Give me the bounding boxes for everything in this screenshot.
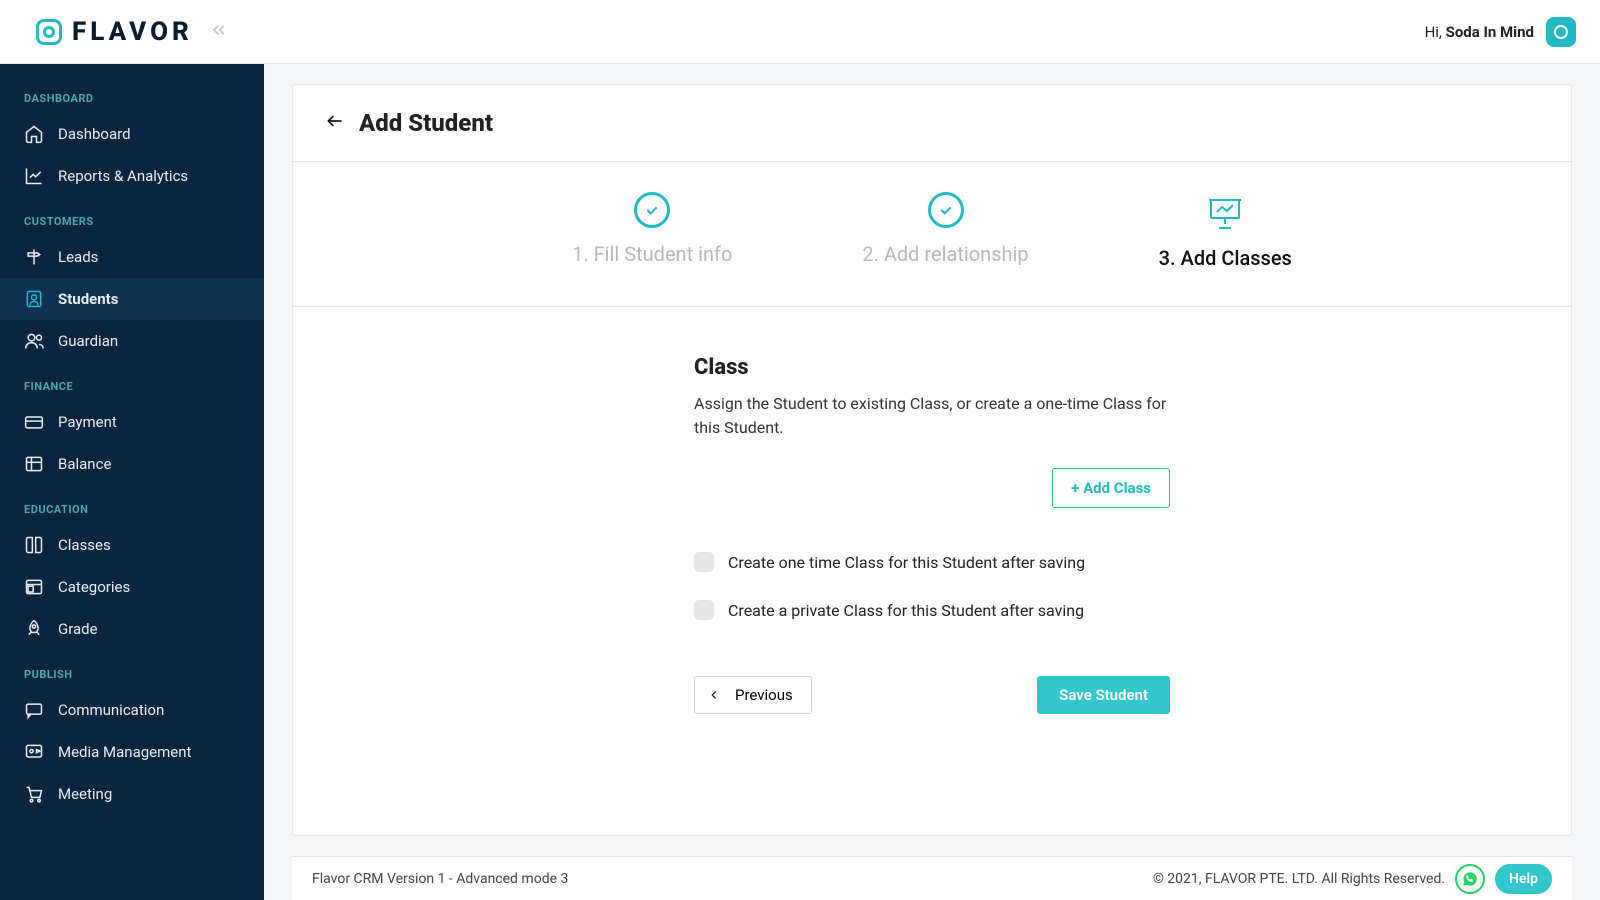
- footer: Flavor CRM Version 1 - Advanced mode 3 ©…: [292, 856, 1572, 900]
- sidebar-item-label: Dashboard: [58, 125, 131, 143]
- previous-label: Previous: [735, 686, 793, 704]
- step-2: 2. Add relationship: [862, 192, 1028, 270]
- add-class-row: + Add Class: [694, 468, 1170, 508]
- checkbox-private-label: Create a private Class for this Student …: [728, 601, 1084, 620]
- browser-icon: [24, 577, 44, 597]
- sidebar-section-label: DASHBOARD: [0, 74, 264, 113]
- topbar-left: FLAVOR: [36, 17, 229, 47]
- sidebar-item-dashboard[interactable]: Dashboard: [0, 113, 264, 155]
- class-description: Assign the Student to existing Class, or…: [694, 392, 1170, 440]
- rocket-icon: [24, 619, 44, 639]
- avatar[interactable]: [1546, 17, 1576, 47]
- sidebar-item-label: Grade: [58, 620, 98, 638]
- sidebar-section-label: EDUCATION: [0, 485, 264, 524]
- table-icon: [24, 454, 44, 474]
- checkbox-private-class[interactable]: Create a private Class for this Student …: [694, 600, 1170, 620]
- step-3-label: 3. Add Classes: [1159, 246, 1292, 270]
- version-text: Flavor CRM Version 1 - Advanced mode 3: [312, 871, 568, 887]
- whatsapp-icon: [1462, 871, 1478, 887]
- greeting: Hi, Soda In Mind: [1425, 23, 1534, 41]
- signpost-icon: [24, 247, 44, 267]
- form-actions: Previous Save Student: [694, 676, 1170, 754]
- chart-icon: [24, 166, 44, 186]
- sidebar-item-classes[interactable]: Classes: [0, 524, 264, 566]
- sidebar-item-label: Media Management: [58, 743, 191, 761]
- chevron-left-icon: [707, 688, 721, 702]
- sidebar-item-media[interactable]: Media Management: [0, 731, 264, 773]
- sidebar-item-communication[interactable]: Communication: [0, 689, 264, 731]
- avatar-icon: [1554, 25, 1568, 39]
- greeting-prefix: Hi,: [1425, 23, 1446, 41]
- cart-icon: [24, 784, 44, 804]
- topbar-right: Hi, Soda In Mind: [1425, 17, 1576, 47]
- class-heading: Class: [694, 355, 1170, 380]
- person-icon: [24, 289, 44, 309]
- sidebar-collapse-button[interactable]: [209, 20, 229, 44]
- checkbox-one-time-label: Create one time Class for this Student a…: [728, 553, 1085, 572]
- main-content: Add Student 1. Fill Student info 2. Add …: [264, 64, 1600, 900]
- sidebar-item-label: Leads: [58, 248, 98, 266]
- presentation-board-icon: [1205, 192, 1245, 232]
- user-name: Soda In Mind: [1446, 23, 1534, 41]
- card-header: Add Student: [293, 85, 1571, 161]
- divider: [293, 306, 1571, 307]
- back-button[interactable]: [325, 111, 345, 135]
- sidebar-item-label: Payment: [58, 413, 117, 431]
- sidebar: DASHBOARD Dashboard Reports & Analytics CUS…: [0, 64, 264, 900]
- add-class-button[interactable]: + Add Class: [1052, 468, 1170, 508]
- step-1: 1. Fill Student info: [572, 192, 732, 270]
- sidebar-section-label: FINANCE: [0, 362, 264, 401]
- wizard-stepper: 1. Fill Student info 2. Add relationship…: [293, 162, 1571, 306]
- previous-button[interactable]: Previous: [694, 676, 812, 714]
- sidebar-item-meeting[interactable]: Meeting: [0, 773, 264, 815]
- content-card: Add Student 1. Fill Student info 2. Add …: [292, 84, 1572, 836]
- sidebar-item-grade[interactable]: Grade: [0, 608, 264, 650]
- save-student-button[interactable]: Save Student: [1037, 676, 1170, 714]
- brand-name: FLAVOR: [72, 17, 193, 47]
- sidebar-section-label: PUBLISH: [0, 650, 264, 689]
- sidebar-item-reports[interactable]: Reports & Analytics: [0, 155, 264, 197]
- checkbox-icon[interactable]: [694, 600, 714, 620]
- sidebar-item-label: Classes: [58, 536, 111, 554]
- sidebar-item-label: Categories: [58, 578, 130, 596]
- sidebar-item-label: Balance: [58, 455, 111, 473]
- check-circle-icon: [928, 192, 964, 228]
- checkbox-icon[interactable]: [694, 552, 714, 572]
- footer-right: © 2021, FLAVOR PTE. LTD. All Rights Rese…: [1153, 864, 1552, 894]
- copyright-text: © 2021, FLAVOR PTE. LTD. All Rights Rese…: [1153, 871, 1445, 887]
- card-icon: [24, 412, 44, 432]
- whatsapp-button[interactable]: [1455, 864, 1485, 894]
- check-circle-icon: [634, 192, 670, 228]
- help-button[interactable]: Help: [1495, 864, 1552, 894]
- sidebar-item-balance[interactable]: Balance: [0, 443, 264, 485]
- step-2-label: 2. Add relationship: [862, 242, 1028, 266]
- sidebar-section-label: CUSTOMERS: [0, 197, 264, 236]
- step-3: 3. Add Classes: [1159, 192, 1292, 270]
- sidebar-item-label: Students: [58, 290, 118, 308]
- sidebar-item-categories[interactable]: Categories: [0, 566, 264, 608]
- sidebar-item-payment[interactable]: Payment: [0, 401, 264, 443]
- sidebar-item-guardian[interactable]: Guardian: [0, 320, 264, 362]
- logo-icon: [36, 19, 62, 45]
- sidebar-item-label: Reports & Analytics: [58, 167, 188, 185]
- page-title: Add Student: [359, 109, 493, 137]
- sidebar-item-label: Communication: [58, 701, 164, 719]
- checkbox-one-time-class[interactable]: Create one time Class for this Student a…: [694, 552, 1170, 572]
- step-1-label: 1. Fill Student info: [572, 242, 732, 266]
- users-icon: [24, 331, 44, 351]
- video-icon: [24, 742, 44, 762]
- brand-logo[interactable]: FLAVOR: [36, 17, 193, 47]
- sidebar-item-leads[interactable]: Leads: [0, 236, 264, 278]
- home-icon: [24, 124, 44, 144]
- class-section: Class Assign the Student to existing Cla…: [682, 355, 1182, 754]
- sidebar-item-label: Guardian: [58, 332, 118, 350]
- topbar: FLAVOR Hi, Soda In Mind: [0, 0, 1600, 64]
- sidebar-item-students[interactable]: Students: [0, 278, 264, 320]
- book-icon: [24, 535, 44, 555]
- comment-icon: [24, 700, 44, 720]
- sidebar-item-label: Meeting: [58, 785, 112, 803]
